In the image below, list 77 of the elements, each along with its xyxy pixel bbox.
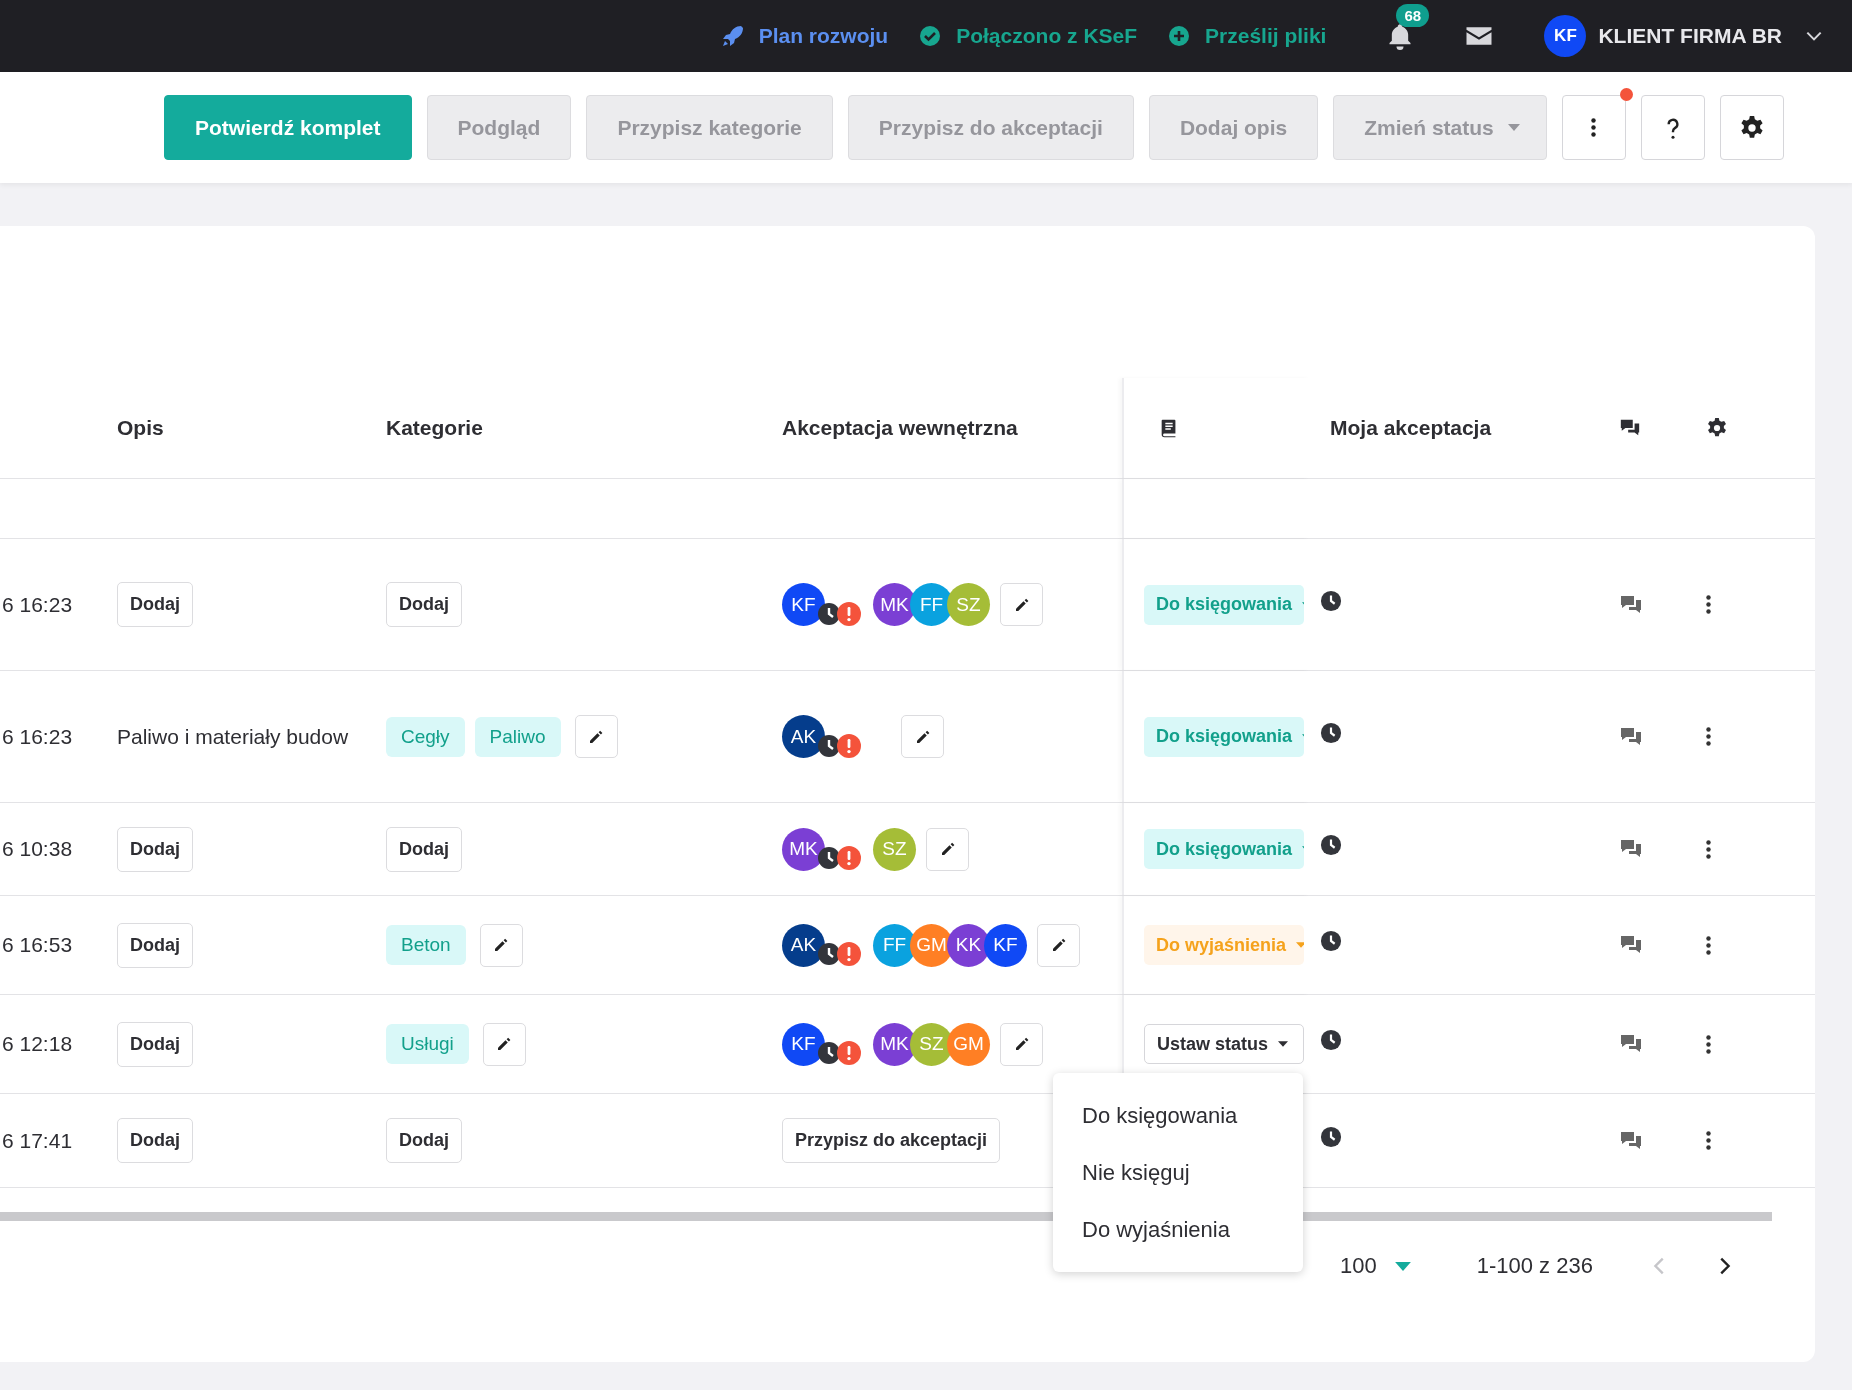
user-avatar: KF [1544, 15, 1587, 57]
add-button[interactable]: Dodaj [117, 1021, 193, 1067]
avatar: AK [782, 715, 825, 758]
menu-item[interactable]: Do wyjaśnienia [1053, 1201, 1303, 1258]
page-range: 1-100 z 236 [1476, 1253, 1593, 1279]
table-cell: 6 16:23 [2, 724, 73, 749]
column-header[interactable]: Moja akceptacja [1330, 416, 1492, 440]
column-header[interactable]: Kategorie [386, 416, 483, 440]
caret-icon [1278, 1041, 1289, 1047]
top-link[interactable]: Połączono z KSeF [918, 24, 1138, 48]
kebab-icon[interactable] [1706, 935, 1711, 955]
edit-button[interactable] [479, 923, 523, 967]
column-header[interactable]: Akceptacja wewnętrzna [782, 416, 1018, 440]
edit-button[interactable] [1000, 1022, 1043, 1066]
top-link[interactable]: Prześlij pliki [1167, 24, 1327, 48]
kebab-icon[interactable] [1706, 839, 1711, 859]
add-button[interactable]: Dodaj [386, 582, 462, 627]
menu-item[interactable]: Do księgowania [1053, 1087, 1303, 1144]
avatar: GM [947, 1022, 990, 1066]
assign-button[interactable]: Przypisz do akceptacji [782, 1118, 1001, 1163]
add-button[interactable]: Dodaj [386, 826, 462, 872]
add-button[interactable]: Dodaj [117, 826, 193, 872]
avatar: SZ [873, 827, 916, 871]
clock-icon [1320, 721, 1342, 744]
caret-icon [1507, 124, 1520, 131]
table-cell: 6 12:18 [2, 1032, 73, 1056]
notification-badge: 68 [1396, 4, 1430, 27]
edit-button[interactable] [1000, 583, 1043, 626]
plus-circle-icon [1167, 24, 1192, 48]
edit-button[interactable] [482, 1022, 526, 1066]
settings-icon [1738, 114, 1765, 141]
table-cell: 6 16:23 [2, 592, 73, 617]
clock-icon [1320, 834, 1342, 856]
avatar: KF [782, 1022, 825, 1066]
edit-button[interactable] [901, 715, 944, 758]
edit-button[interactable] [926, 827, 969, 871]
kebab-icon[interactable] [1706, 1034, 1711, 1054]
add-button[interactable]: Dodaj [117, 922, 193, 968]
table-cell: 6 16:53 [2, 933, 73, 957]
rows-per-page-select[interactable]: 100 [1340, 1253, 1411, 1279]
user-menu[interactable]: KF KLIENT FIRMA BR [1544, 15, 1824, 57]
avatar: SZ [947, 583, 990, 626]
add-button[interactable]: Dodaj [117, 582, 193, 627]
kebab-icon[interactable] [1706, 595, 1711, 614]
add-button[interactable]: Dodaj [386, 1118, 462, 1163]
edit-button[interactable] [574, 715, 618, 758]
avatar: AK [782, 923, 825, 967]
avatar: KF [782, 583, 825, 626]
menu-item[interactable]: Nie księguj [1053, 1144, 1303, 1201]
caret-icon [1296, 942, 1304, 948]
caret-icon [1394, 1261, 1411, 1271]
avatar: KF [984, 923, 1027, 967]
kebab-icon[interactable] [1706, 727, 1711, 746]
add-button[interactable]: Dodaj [117, 1118, 193, 1163]
table-cell: Paliwo i materiały budow [117, 724, 349, 749]
edit-button[interactable] [1037, 923, 1080, 967]
clock-icon [1320, 1125, 1342, 1148]
category-tag: Paliwo [474, 716, 561, 757]
top-link[interactable]: Plan rozwoju [720, 24, 889, 48]
category-tag: Cegły [386, 716, 465, 757]
clock-icon [1320, 589, 1342, 612]
rocket-icon [720, 24, 745, 48]
kebab-icon[interactable] [1706, 1131, 1711, 1150]
column-header[interactable]: Opis [117, 416, 164, 440]
user-name: KLIENT FIRMA BR [1598, 24, 1782, 48]
avatar: MK [782, 827, 825, 871]
set-status-button[interactable]: Ustaw status [1144, 1024, 1304, 1064]
settings-icon[interactable] [1706, 417, 1728, 439]
category-tag: Beton [386, 925, 466, 965]
kebab-icon [1591, 118, 1597, 137]
table-cell: 6 10:38 [2, 837, 73, 861]
clock-icon [1320, 930, 1342, 952]
check-circle-icon [918, 24, 943, 48]
clock-icon [1320, 1029, 1342, 1051]
settings-button[interactable] [1719, 95, 1784, 160]
category-tag: Usługi [386, 1024, 469, 1064]
table-cell: 6 17:41 [2, 1128, 73, 1153]
